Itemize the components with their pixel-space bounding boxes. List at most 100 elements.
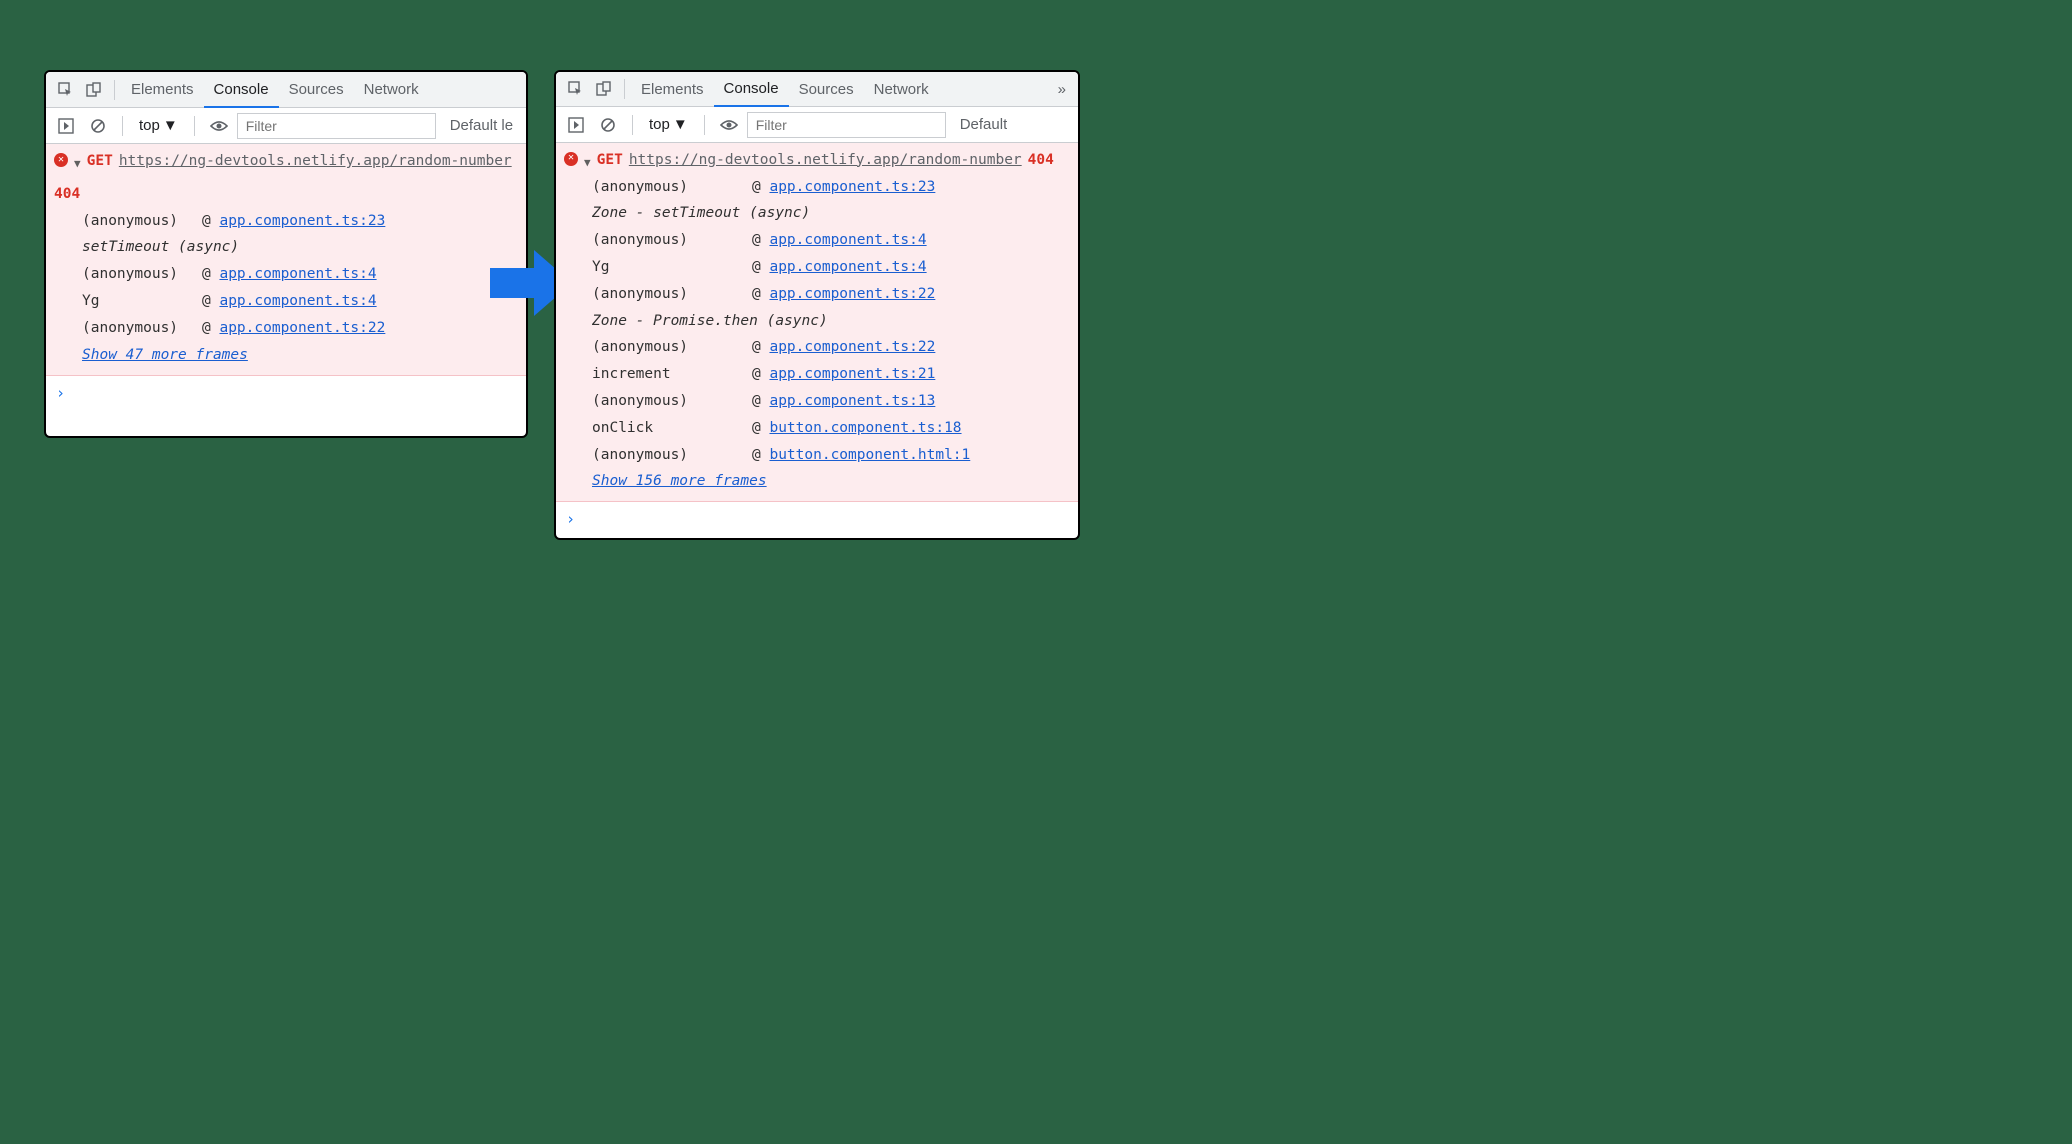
frame-loc: @ app.component.ts:23 (752, 174, 935, 201)
stack-frame: (anonymous)@ app.component.ts:23 (82, 208, 518, 235)
tab-elements[interactable]: Elements (631, 72, 714, 106)
stack-frame: increment@ app.component.ts:21 (592, 361, 1070, 388)
context-selector[interactable]: top▼ (133, 117, 184, 134)
console-filterbar: top▼ Default le (46, 108, 526, 144)
frame-fn: (anonymous) (592, 334, 752, 361)
error-icon: ✕ (54, 153, 68, 167)
stack-frame: Yg@ app.component.ts:4 (82, 288, 518, 315)
tab-sources[interactable]: Sources (279, 72, 354, 107)
frame-fn: (anonymous) (592, 281, 752, 308)
frame-loc: @ app.component.ts:4 (752, 227, 927, 254)
eye-icon[interactable] (209, 116, 229, 136)
async-label: Zone - Promise.then (async) (592, 308, 1070, 335)
stack-frame: (anonymous)@ app.component.ts:22 (592, 334, 1070, 361)
status-code: 404 (1028, 147, 1054, 174)
source-link[interactable]: app.component.ts:22 (769, 339, 935, 355)
stack-frame: (anonymous)@ app.component.ts:4 (592, 227, 1070, 254)
source-link[interactable]: button.component.ts:18 (769, 420, 961, 436)
stack-frame: (anonymous)@ button.component.html:1 (592, 442, 1070, 469)
source-link[interactable]: button.component.html:1 (769, 447, 970, 463)
frame-fn: (anonymous) (82, 315, 202, 342)
frame-fn: (anonymous) (592, 388, 752, 415)
stack-trace: (anonymous)@ app.component.ts:23 setTime… (82, 208, 518, 369)
frame-fn: (anonymous) (82, 208, 202, 235)
frame-fn: increment (592, 361, 752, 388)
source-link[interactable]: app.component.ts:4 (219, 266, 376, 282)
console-filterbar: top▼ Default (556, 107, 1078, 142)
show-more-frames[interactable]: Show 47 more frames (82, 342, 518, 369)
filter-input[interactable] (747, 112, 946, 138)
chevron-down-icon: ▼ (163, 117, 178, 134)
inspect-icon[interactable] (56, 80, 76, 100)
context-label: top (139, 117, 160, 134)
async-label: Zone - setTimeout (async) (592, 200, 1070, 227)
eye-icon[interactable] (719, 115, 739, 135)
frame-loc: @ button.component.ts:18 (752, 415, 962, 442)
request-url[interactable]: https://ng-devtools.netlify.app/random-n… (119, 148, 512, 175)
tab-network[interactable]: Network (864, 72, 939, 106)
error-header[interactable]: ✕ ▼ GET https://ng-devtools.netlify.app/… (564, 147, 1070, 174)
log-levels[interactable]: Default (950, 116, 1008, 133)
source-link[interactable]: app.component.ts:4 (219, 293, 376, 309)
disclosure-triangle-icon[interactable]: ▼ (74, 154, 81, 174)
error-header[interactable]: ✕ ▼ GET https://ng-devtools.netlify.app/… (54, 148, 518, 208)
frame-fn: (anonymous) (592, 174, 752, 201)
async-label: setTimeout (async) (82, 234, 518, 261)
clear-icon[interactable] (88, 116, 108, 136)
tab-network[interactable]: Network (354, 72, 429, 107)
tab-sources[interactable]: Sources (789, 72, 864, 106)
source-link[interactable]: app.component.ts:21 (769, 366, 935, 382)
frame-loc: @ app.component.ts:21 (752, 361, 935, 388)
source-link[interactable]: app.component.ts:23 (769, 179, 935, 195)
stack-frame: onClick@ button.component.ts:18 (592, 415, 1070, 442)
source-link[interactable]: app.component.ts:22 (769, 286, 935, 302)
console-prompt[interactable]: › (46, 376, 526, 412)
stack-trace: (anonymous)@ app.component.ts:23 Zone - … (592, 174, 1070, 496)
http-method: GET (87, 148, 113, 175)
source-link[interactable]: app.component.ts:4 (769, 232, 926, 248)
frame-loc: @ app.component.ts:4 (752, 254, 927, 281)
disclosure-triangle-icon[interactable]: ▼ (584, 153, 591, 173)
error-icon: ✕ (564, 152, 578, 166)
clear-icon[interactable] (598, 115, 618, 135)
inspect-icon[interactable] (566, 79, 586, 99)
tab-elements[interactable]: Elements (121, 72, 204, 107)
error-entry: ✕ ▼ GET https://ng-devtools.netlify.app/… (556, 143, 1078, 503)
separator (632, 115, 633, 135)
source-link[interactable]: app.component.ts:13 (769, 393, 935, 409)
source-link[interactable]: app.component.ts:23 (219, 213, 385, 229)
console-prompt[interactable]: › (556, 502, 1078, 538)
filter-input[interactable] (237, 113, 436, 139)
stack-frame: (anonymous)@ app.component.ts:22 (592, 281, 1070, 308)
frame-fn: Yg (592, 254, 752, 281)
log-levels[interactable]: Default le (440, 117, 513, 134)
http-method: GET (597, 147, 623, 174)
frame-loc: @ app.component.ts:23 (202, 208, 385, 235)
tab-console[interactable]: Console (714, 73, 789, 107)
show-more-frames[interactable]: Show 156 more frames (592, 468, 1070, 495)
separator (122, 116, 123, 136)
tab-console[interactable]: Console (204, 73, 279, 108)
stack-frame: (anonymous)@ app.component.ts:4 (82, 261, 518, 288)
frame-fn: (anonymous) (82, 261, 202, 288)
more-tabs-icon[interactable]: » (1052, 81, 1072, 98)
devtools-panel-before: Elements Console Sources Network top▼ De… (44, 70, 528, 438)
play-icon[interactable] (566, 115, 586, 135)
source-link[interactable]: app.component.ts:4 (769, 259, 926, 275)
stack-frame: (anonymous)@ app.component.ts:22 (82, 315, 518, 342)
frame-loc: @ button.component.html:1 (752, 442, 970, 469)
frame-loc: @ app.component.ts:22 (752, 334, 935, 361)
play-icon[interactable] (56, 116, 76, 136)
frame-loc: @ app.component.ts:4 (202, 261, 377, 288)
frame-loc: @ app.component.ts:13 (752, 388, 935, 415)
frame-loc: @ app.component.ts:22 (752, 281, 935, 308)
devtools-tabbar: Elements Console Sources Network » (556, 72, 1078, 107)
context-selector[interactable]: top▼ (643, 116, 694, 133)
device-icon[interactable] (84, 80, 104, 100)
source-link[interactable]: app.component.ts:22 (219, 320, 385, 336)
devtools-tabbar: Elements Console Sources Network (46, 72, 526, 108)
request-url[interactable]: https://ng-devtools.netlify.app/random-n… (629, 147, 1022, 174)
frame-fn: onClick (592, 415, 752, 442)
console-output: ✕ ▼ GET https://ng-devtools.netlify.app/… (46, 144, 526, 411)
device-icon[interactable] (594, 79, 614, 99)
